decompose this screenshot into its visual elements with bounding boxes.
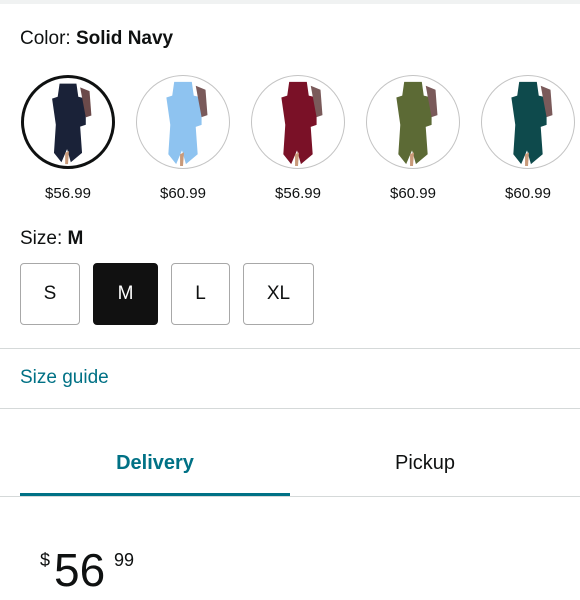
color-swatch-light-blue[interactable] bbox=[136, 75, 230, 169]
size-option-m[interactable]: M bbox=[93, 263, 158, 325]
swatch-price: $56.99 bbox=[45, 185, 91, 202]
price-whole: 56 bbox=[54, 544, 106, 596]
size-option-l[interactable]: L bbox=[171, 263, 230, 325]
size-selection-label: Size: M bbox=[20, 228, 83, 250]
size-option-s[interactable]: S bbox=[20, 263, 80, 325]
size-value: M bbox=[67, 228, 84, 249]
size-option-xl[interactable]: XL bbox=[243, 263, 314, 325]
price-fraction: 99 bbox=[114, 550, 135, 570]
color-selection-label: Color: Solid Navy bbox=[20, 28, 173, 50]
color-swatch-solid-navy[interactable] bbox=[21, 75, 115, 169]
dress-image bbox=[52, 83, 92, 165]
tab-pickup[interactable]: Pickup bbox=[290, 452, 560, 475]
swatch-price: $56.99 bbox=[275, 185, 321, 202]
size-guide-link[interactable]: Size guide bbox=[20, 367, 109, 389]
top-bar bbox=[0, 0, 580, 4]
divider bbox=[0, 408, 580, 409]
dress-image bbox=[281, 81, 323, 167]
dress-image bbox=[396, 81, 438, 167]
swatch-price: $60.99 bbox=[505, 185, 551, 202]
color-swatch-olive-green[interactable] bbox=[366, 75, 460, 169]
dress-image bbox=[511, 81, 553, 167]
size-label: Size: bbox=[20, 228, 68, 249]
tab-delivery[interactable]: Delivery bbox=[20, 452, 290, 475]
divider bbox=[0, 496, 580, 497]
price-currency-symbol: $ bbox=[40, 550, 51, 570]
color-label: Color: bbox=[20, 28, 76, 49]
color-value: Solid Navy bbox=[75, 28, 174, 49]
dress-image bbox=[166, 81, 208, 167]
swatch-price: $60.99 bbox=[390, 185, 436, 202]
color-swatch-wine-red[interactable] bbox=[251, 75, 345, 169]
divider bbox=[0, 348, 580, 349]
color-swatch-dark-teal[interactable] bbox=[481, 75, 575, 169]
swatch-price: $60.99 bbox=[160, 185, 206, 202]
